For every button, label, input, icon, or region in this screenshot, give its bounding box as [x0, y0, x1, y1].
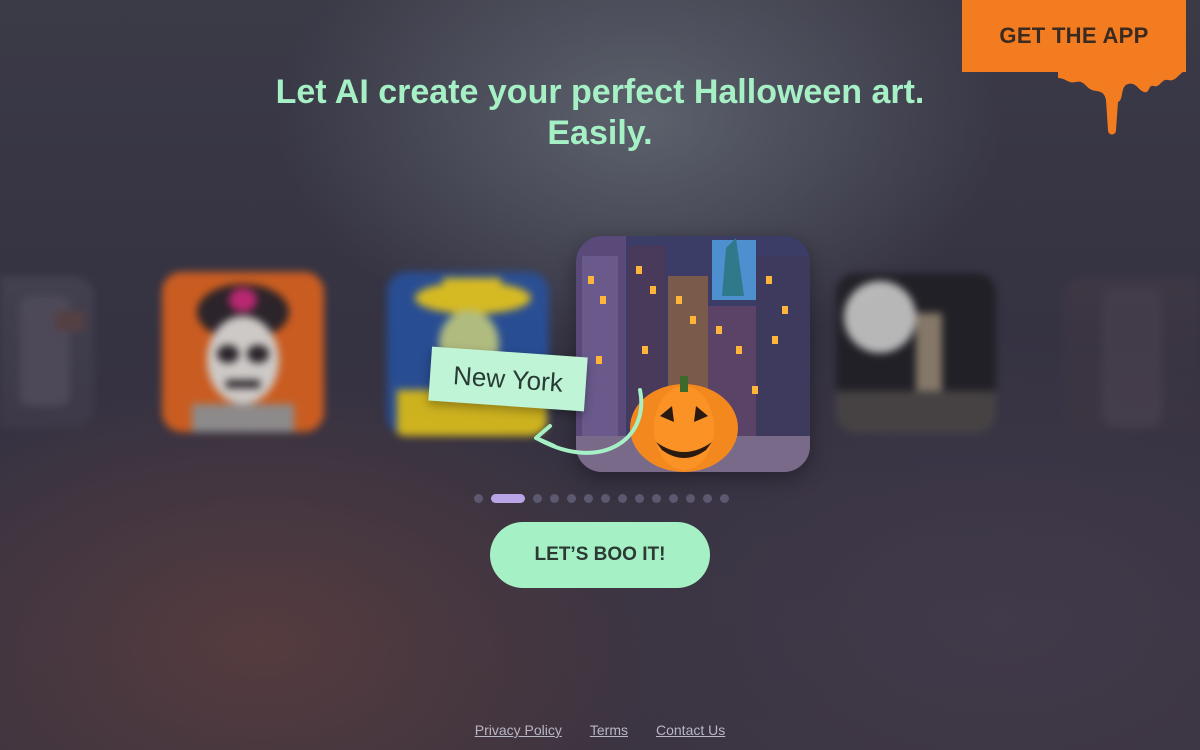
carousel-pagination — [474, 494, 729, 503]
headline-line-2: Easily. — [547, 114, 653, 152]
carousel-dot[interactable] — [601, 494, 610, 503]
footer-links: Privacy Policy Terms Contact Us — [0, 722, 1200, 738]
carousel-dot[interactable] — [635, 494, 644, 503]
carousel-dot-active[interactable] — [491, 494, 525, 503]
carousel-dot[interactable] — [686, 494, 695, 503]
carousel-card-ghost[interactable] — [0, 276, 94, 428]
privacy-policy-link[interactable]: Privacy Policy — [475, 722, 562, 738]
carousel-dot[interactable] — [533, 494, 542, 503]
curved-arrow-icon — [534, 388, 644, 455]
carousel-dot[interactable] — [720, 494, 729, 503]
carousel-card-skeleton-portrait[interactable] — [162, 272, 324, 432]
carousel-dot[interactable] — [652, 494, 661, 503]
carousel-dot[interactable] — [669, 494, 678, 503]
carousel-dot[interactable] — [550, 494, 559, 503]
carousel-dot[interactable] — [618, 494, 627, 503]
headline-line-1: Let AI create your perfect Halloween art… — [275, 73, 925, 111]
page-headline: Let AI create your perfect Halloween art… — [0, 72, 1200, 154]
carousel-dot[interactable] — [703, 494, 712, 503]
terms-link[interactable]: Terms — [590, 722, 628, 738]
carousel-dot[interactable] — [584, 494, 593, 503]
carousel-card-moon-skeleton[interactable] — [836, 273, 996, 433]
contact-us-link[interactable]: Contact Us — [656, 722, 725, 738]
carousel-dot[interactable] — [567, 494, 576, 503]
carousel-card-ghost-right[interactable] — [1062, 277, 1200, 433]
carousel-dot[interactable] — [474, 494, 483, 503]
lets-boo-it-button[interactable]: LET’S BOO IT! — [490, 522, 710, 588]
